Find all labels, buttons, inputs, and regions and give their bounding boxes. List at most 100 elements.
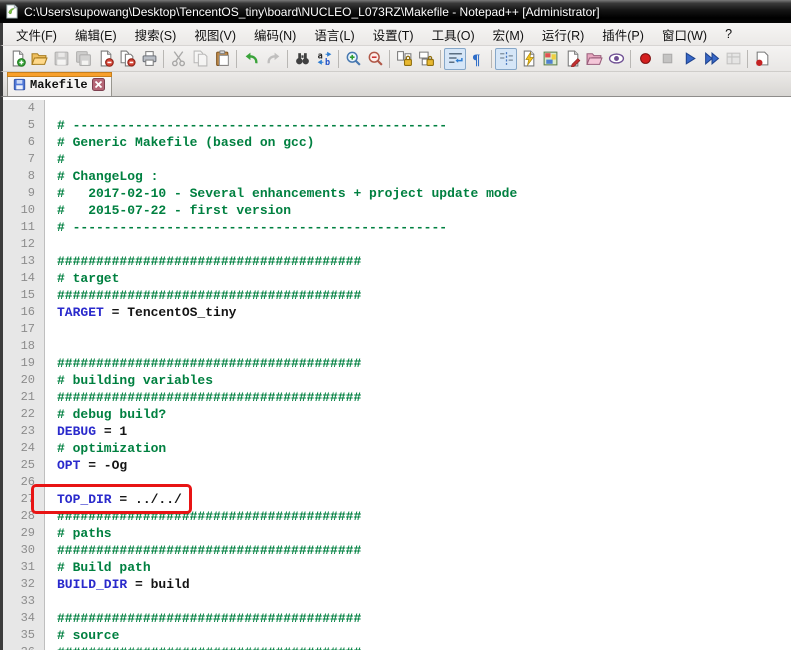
menu-edit[interactable]: 编辑(E) (66, 23, 126, 46)
toolbar-separator (389, 50, 390, 68)
zoom-in-icon[interactable] (342, 48, 364, 70)
line-number: 30 (3, 542, 45, 559)
code-line[interactable]: 30######################################… (3, 542, 791, 559)
edge-partial-icon[interactable] (751, 48, 773, 70)
code-line[interactable]: 16TARGET = TencentOS_tiny (3, 304, 791, 321)
sync-vertical-scroll-icon[interactable] (393, 48, 415, 70)
word-wrap-icon[interactable] (444, 48, 466, 70)
folder-as-workspace-icon[interactable] (605, 48, 627, 70)
code-line[interactable]: 25OPT = -Og (3, 457, 791, 474)
menu-tools[interactable]: 工具(O) (423, 23, 484, 46)
code-line[interactable]: 18 (3, 338, 791, 355)
code-text: # (45, 151, 791, 168)
new-file-icon[interactable] (6, 48, 28, 70)
macro-record-icon[interactable] (634, 48, 656, 70)
menu-run[interactable]: 运行(R) (533, 23, 593, 46)
sync-horizontal-scroll-icon[interactable] (415, 48, 437, 70)
code-line[interactable]: 36######################################… (3, 644, 791, 650)
undo-icon[interactable] (240, 48, 262, 70)
macro-play-icon[interactable] (678, 48, 700, 70)
code-line[interactable]: 26 (3, 474, 791, 491)
text-editor[interactable]: 45# ------------------------------------… (0, 97, 791, 650)
code-line[interactable]: 29# paths (3, 525, 791, 542)
code-line[interactable]: 14# target (3, 270, 791, 287)
code-line[interactable]: 34######################################… (3, 610, 791, 627)
code-text (45, 593, 791, 610)
menu-help[interactable]: ? (716, 25, 741, 43)
code-line[interactable]: 19######################################… (3, 355, 791, 372)
macro-run-multiple-icon[interactable] (700, 48, 722, 70)
code-line[interactable]: 6# Generic Makefile (based on gcc) (3, 134, 791, 151)
menu-view[interactable]: 视图(V) (185, 23, 245, 46)
code-text: # optimization (45, 440, 791, 457)
code-line[interactable]: 5# -------------------------------------… (3, 117, 791, 134)
open-file-icon[interactable] (28, 48, 50, 70)
redo-icon (262, 48, 284, 70)
menu-plugins[interactable]: 插件(P) (593, 23, 653, 46)
code-line[interactable]: 20# building variables (3, 372, 791, 389)
menu-language[interactable]: 语言(L) (305, 23, 363, 46)
code-line[interactable]: 7# (3, 151, 791, 168)
code-line[interactable]: 27TOP_DIR = ../../ (3, 491, 791, 508)
code-line[interactable]: 17 (3, 321, 791, 338)
print-icon[interactable] (138, 48, 160, 70)
document-map-icon[interactable] (539, 48, 561, 70)
code-line[interactable]: 9# 2017-02-10 - Several enhancements + p… (3, 185, 791, 202)
code-line[interactable]: 23DEBUG = 1 (3, 423, 791, 440)
code-line[interactable]: 15######################################… (3, 287, 791, 304)
toolbar-separator (630, 50, 631, 68)
code-line[interactable]: 32BUILD_DIR = build (3, 576, 791, 593)
show-all-characters-icon[interactable]: ¶ (466, 48, 488, 70)
paste-icon[interactable] (211, 48, 233, 70)
line-number: 12 (3, 236, 45, 253)
code-text: ####################################### (45, 508, 791, 525)
line-number: 32 (3, 576, 45, 593)
tab-makefile[interactable]: Makefile (7, 72, 112, 96)
title-bar[interactable]: C:\Users\supowang\Desktop\TencentOS_tiny… (0, 0, 791, 23)
code-line[interactable]: 21######################################… (3, 389, 791, 406)
line-number: 5 (3, 117, 45, 134)
menu-file[interactable]: 文件(F) (7, 23, 66, 46)
code-text (45, 338, 791, 355)
code-text: # building variables (45, 372, 791, 389)
line-number: 34 (3, 610, 45, 627)
toolbar-separator (338, 50, 339, 68)
function-completion-icon[interactable] (517, 48, 539, 70)
code-line[interactable]: 12 (3, 236, 791, 253)
code-line[interactable]: 8# ChangeLog : (3, 168, 791, 185)
code-line[interactable]: 28######################################… (3, 508, 791, 525)
code-line[interactable]: 31# Build path (3, 559, 791, 576)
toolbar-separator (287, 50, 288, 68)
replace-icon[interactable]: ab (313, 48, 335, 70)
menu-encoding[interactable]: 编码(N) (245, 23, 305, 46)
code-line[interactable]: 35# source (3, 627, 791, 644)
close-file-icon[interactable] (94, 48, 116, 70)
line-number: 17 (3, 321, 45, 338)
code-line[interactable]: 24# optimization (3, 440, 791, 457)
menu-settings[interactable]: 设置(T) (364, 23, 423, 46)
code-line[interactable]: 22# debug build? (3, 406, 791, 423)
macro-save-icon (722, 48, 744, 70)
code-line[interactable]: 11# ------------------------------------… (3, 219, 791, 236)
menu-search[interactable]: 搜索(S) (126, 23, 186, 46)
menu-macro[interactable]: 宏(M) (484, 23, 533, 46)
menu-bar: 文件(F)编辑(E)搜索(S)视图(V)编码(N)语言(L)设置(T)工具(O)… (0, 23, 791, 46)
project-panel-icon[interactable] (583, 48, 605, 70)
line-number: 10 (3, 202, 45, 219)
code-line[interactable]: 10# 2015-07-22 - first version (3, 202, 791, 219)
code-text: ####################################### (45, 542, 791, 559)
code-line[interactable]: 33 (3, 593, 791, 610)
close-all-icon[interactable] (116, 48, 138, 70)
line-number: 35 (3, 627, 45, 644)
document-switcher-icon[interactable] (561, 48, 583, 70)
find-icon[interactable] (291, 48, 313, 70)
code-text: # debug build? (45, 406, 791, 423)
zoom-out-icon[interactable] (364, 48, 386, 70)
tab-close-icon[interactable] (92, 78, 105, 91)
indent-guide-icon[interactable] (495, 48, 517, 70)
code-line[interactable]: 4 (3, 100, 791, 117)
code-text: # Build path (45, 559, 791, 576)
code-text: # --------------------------------------… (45, 117, 791, 134)
menu-window[interactable]: 窗口(W) (653, 23, 716, 46)
code-line[interactable]: 13######################################… (3, 253, 791, 270)
